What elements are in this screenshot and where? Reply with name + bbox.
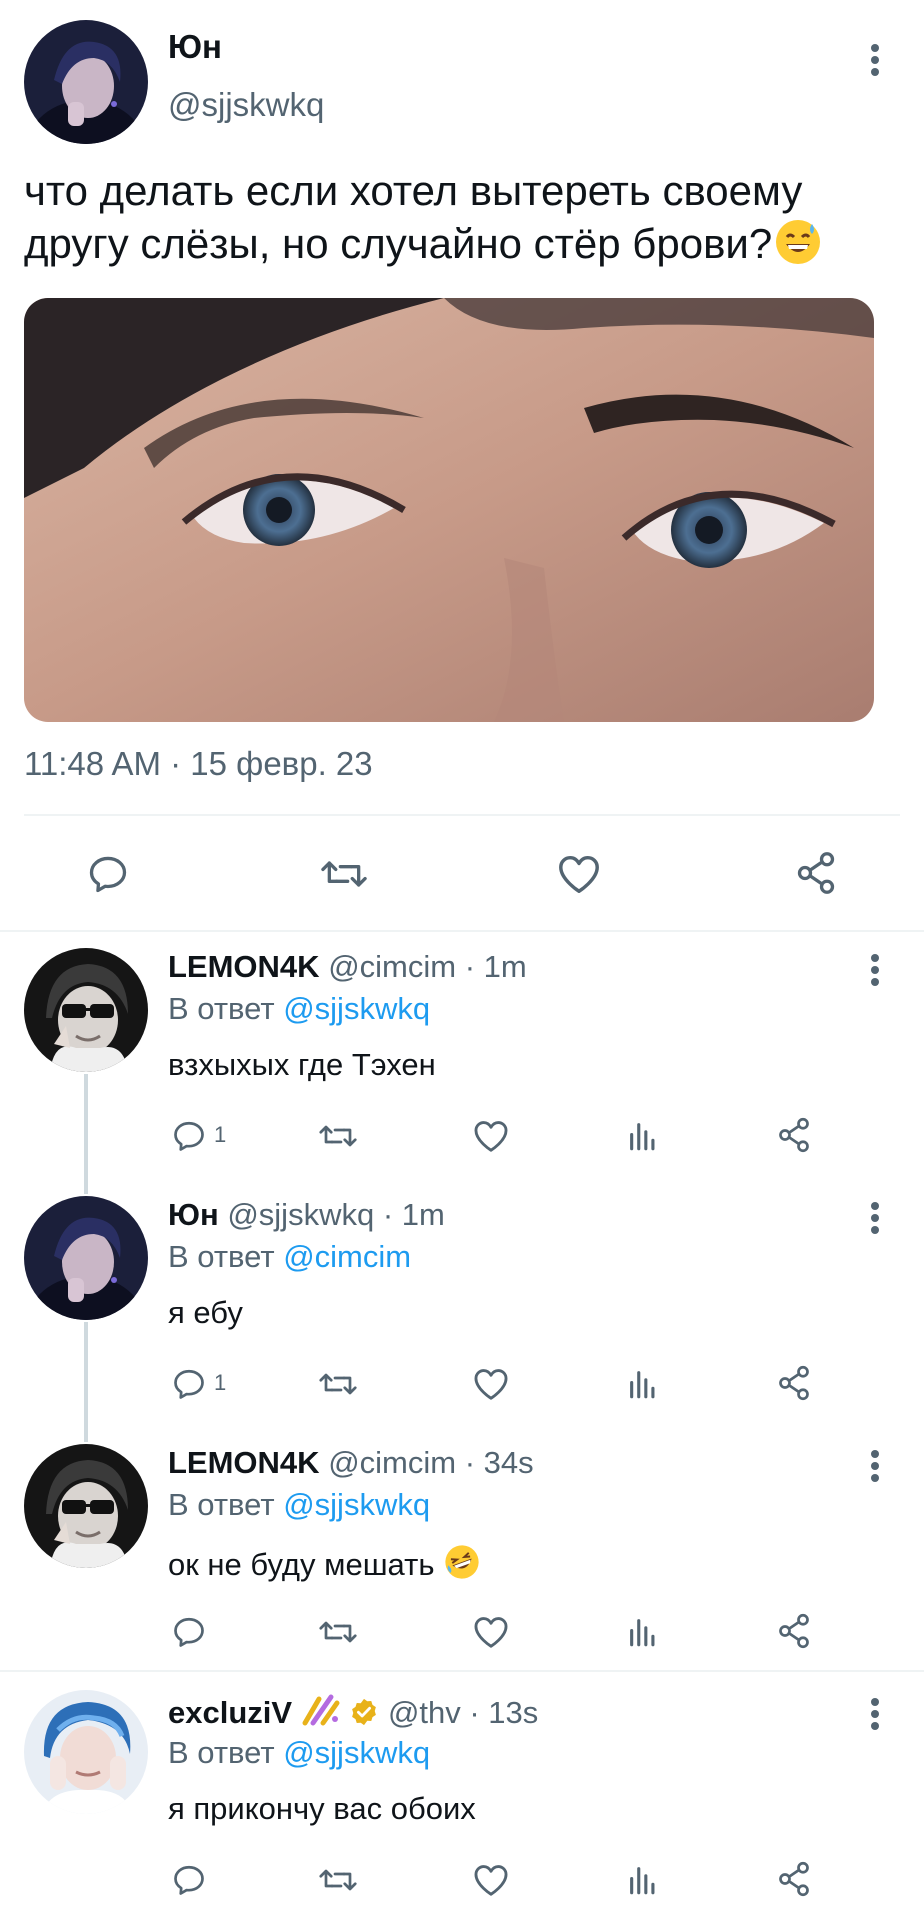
views-icon[interactable]: [626, 1862, 660, 1898]
reply-avatar[interactable]: [24, 1196, 148, 1320]
thread-connector: [84, 1322, 88, 1442]
reply-text-content: ок не буду мешать: [168, 1547, 435, 1582]
reply-icon[interactable]: [170, 1614, 208, 1650]
like-icon[interactable]: [472, 1118, 510, 1154]
author-handle[interactable]: @sjjskwkq: [168, 86, 324, 124]
reply-icon[interactable]: [170, 1366, 208, 1402]
like-icon[interactable]: [556, 852, 602, 896]
rolling-laughing-emoji-icon: [443, 1543, 481, 1589]
reply-to-mention[interactable]: @sjjskwkq: [283, 991, 430, 1026]
retweet-icon[interactable]: [316, 1862, 360, 1898]
reply-to-mention[interactable]: @sjjskwkq: [283, 1735, 430, 1770]
reply-icon[interactable]: [170, 1862, 208, 1898]
reply-to-prefix: В ответ: [168, 1487, 275, 1522]
reply-to-prefix: В ответ: [168, 991, 275, 1026]
retweet-icon[interactable]: [316, 1614, 360, 1650]
tweet-timestamp[interactable]: 11:48 AM · 15 февр. 23: [24, 745, 373, 783]
reply-avatar[interactable]: [24, 1690, 148, 1814]
verified-badge-icon[interactable]: [349, 1697, 379, 1735]
reply-avatar[interactable]: [24, 948, 148, 1072]
author-name[interactable]: Юн: [168, 28, 222, 66]
reply-to-line: В ответ @sjjskwkq: [168, 1735, 430, 1771]
reply-icon[interactable]: [86, 852, 130, 896]
reply-author-name[interactable]: LEMON4K: [168, 949, 320, 984]
reply-to-line: В ответ @sjjskwkq: [168, 1487, 430, 1523]
reply-header: Юн @sjjskwkq · 1m: [168, 1197, 445, 1233]
reply-meta[interactable]: @thv · 13s: [388, 1695, 538, 1730]
more-options-icon[interactable]: [860, 1198, 890, 1238]
like-icon[interactable]: [472, 1614, 510, 1650]
reply-to-prefix: В ответ: [168, 1735, 275, 1770]
more-options-icon[interactable]: [860, 40, 890, 80]
reply-to-line: В ответ @sjjskwkq: [168, 991, 430, 1027]
reply-author-name[interactable]: Юн: [168, 1197, 219, 1232]
retweet-icon[interactable]: [316, 1366, 360, 1402]
reply-meta[interactable]: @sjjskwkq · 1m: [227, 1197, 444, 1232]
reply-to-mention[interactable]: @sjjskwkq: [283, 1487, 430, 1522]
share-icon[interactable]: [776, 1116, 812, 1154]
retweet-icon[interactable]: [318, 852, 370, 896]
retweet-icon[interactable]: [316, 1118, 360, 1154]
share-icon[interactable]: [776, 1860, 812, 1898]
share-icon[interactable]: [776, 1364, 812, 1402]
more-options-icon[interactable]: [860, 950, 890, 990]
divider: [24, 814, 900, 816]
reply-header: excluziV @thv · 13s: [168, 1693, 538, 1735]
views-icon[interactable]: [626, 1366, 660, 1402]
tweet-text-content: что делать если хотел вытереть своему др…: [24, 167, 803, 267]
reply-icon[interactable]: [170, 1118, 208, 1154]
like-icon[interactable]: [472, 1862, 510, 1898]
reply-text: я ебу: [168, 1295, 243, 1330]
reply-avatar[interactable]: [24, 1444, 148, 1568]
more-options-icon[interactable]: [860, 1694, 890, 1734]
reply-count: 1: [214, 1370, 227, 1395]
share-icon[interactable]: [794, 850, 838, 896]
reply-author-name[interactable]: excluziV: [168, 1695, 292, 1730]
reply-to-prefix: В ответ: [168, 1239, 275, 1274]
views-icon[interactable]: [626, 1118, 660, 1154]
reply-header: LEMON4K @cimcim · 1m: [168, 949, 527, 985]
reply-count: 1: [214, 1122, 227, 1147]
reply-meta[interactable]: @cimcim · 34s: [328, 1445, 533, 1480]
reply-text: я прикончу вас обоих: [168, 1791, 476, 1826]
reply-to-mention[interactable]: @cimcim: [283, 1239, 411, 1274]
sparkle-heart-emoji-icon: [301, 1693, 341, 1735]
grinning-sweat-emoji-icon: [774, 218, 822, 266]
like-icon[interactable]: [472, 1366, 510, 1402]
reply-author-name[interactable]: LEMON4K: [168, 1445, 320, 1480]
reply-to-line: В ответ @cimcim: [168, 1239, 411, 1275]
share-icon[interactable]: [776, 1612, 812, 1650]
divider: [0, 1670, 924, 1672]
tweet-text: что делать если хотел вытереть своему др…: [24, 164, 904, 270]
author-avatar[interactable]: [24, 20, 148, 144]
reply-header: LEMON4K @cimcim · 34s: [168, 1445, 534, 1481]
divider: [0, 930, 924, 932]
reply-text: взхыхых где Тэхен: [168, 1047, 436, 1082]
views-icon[interactable]: [626, 1614, 660, 1650]
thread-connector: [84, 1074, 88, 1194]
tweet-photo[interactable]: [24, 298, 874, 722]
reply-meta[interactable]: @cimcim · 1m: [328, 949, 527, 984]
reply-text: ок не буду мешать: [168, 1543, 481, 1589]
more-options-icon[interactable]: [860, 1446, 890, 1486]
